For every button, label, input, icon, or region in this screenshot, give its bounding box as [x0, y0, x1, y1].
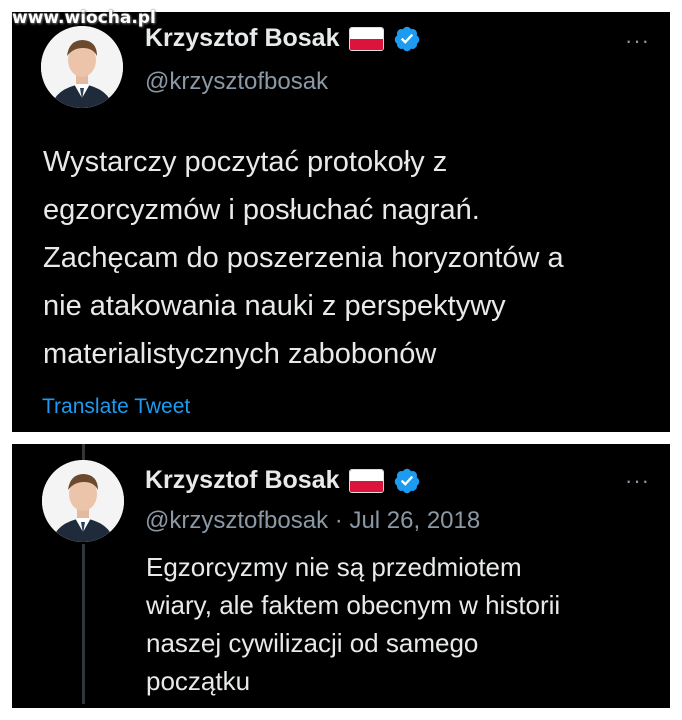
- author-row: Krzysztof Bosak: [145, 466, 421, 495]
- tweet-text-line: początku: [146, 666, 251, 696]
- more-options-icon[interactable]: ···: [625, 28, 650, 54]
- author-handle[interactable]: @krzysztofbosak: [145, 68, 328, 96]
- verified-badge-icon: [394, 468, 419, 493]
- tweet-text-line: Egzorcyzmy nie są przedmiotem: [146, 552, 522, 582]
- tweet-text-line: wiary, ale faktem obecnym w historii: [146, 590, 561, 620]
- avatar[interactable]: [42, 460, 124, 542]
- avatar[interactable]: [41, 26, 123, 108]
- more-options-icon[interactable]: ···: [625, 468, 650, 494]
- date-separator: ·: [334, 507, 350, 534]
- tweet-text-line: nie atakowania nauki z perspektywy: [43, 290, 506, 322]
- flag-poland-icon: [348, 468, 384, 493]
- translate-tweet-link[interactable]: Translate Tweet: [42, 395, 190, 419]
- flag-poland-icon: [348, 26, 384, 51]
- author-name[interactable]: Krzysztof Bosak: [145, 24, 340, 53]
- tweet-text: Wystarczy poczytać protokoły z egzorcyzm…: [43, 138, 564, 378]
- author-handle-row: @krzysztofbosak · Jul 26, 2018: [145, 507, 480, 535]
- author-name[interactable]: Krzysztof Bosak: [145, 466, 340, 495]
- author-row: Krzysztof Bosak: [145, 24, 421, 53]
- tweet-text-line: Zachęcam do poszerzenia horyzontów a: [43, 242, 564, 274]
- tweet-date[interactable]: Jul 26, 2018: [349, 507, 480, 534]
- author-handle[interactable]: @krzysztofbosak: [145, 507, 328, 534]
- avatar-portrait-icon: [41, 26, 123, 108]
- avatar-portrait-icon: [42, 460, 124, 542]
- tweet-card-quoted: Krzysztof Bosak @krzysztofbosak · Jul 26…: [12, 444, 670, 708]
- verified-badge-icon: [394, 26, 419, 51]
- watermark: www.wiocha.pl: [12, 8, 156, 28]
- thread-line-top: [82, 444, 85, 460]
- tweet-text-line: materialistycznych zabobonów: [43, 338, 437, 370]
- tweet-text-line: egzorcyzmów i posłuchać nagrań.: [43, 194, 480, 226]
- tweet-card-main: Krzysztof Bosak @krzysztofbosak ··· Wyst…: [12, 12, 670, 432]
- tweet-text-line: naszej cywilizacji od samego: [146, 628, 479, 658]
- thread-line-bottom: [82, 544, 85, 704]
- tweet-text-line: Wystarczy poczytać protokoły z: [43, 146, 448, 178]
- tweet-text: Egzorcyzmy nie są przedmiotem wiary, ale…: [146, 548, 560, 700]
